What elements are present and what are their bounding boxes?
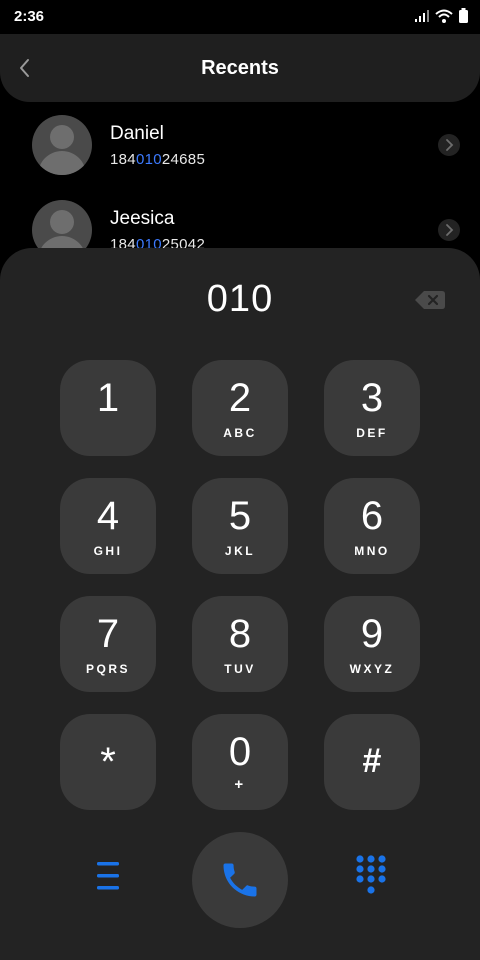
key-digit: 8 xyxy=(228,612,252,656)
key-star[interactable]: * xyxy=(60,714,156,810)
app-header: Recents xyxy=(0,34,480,102)
status-icons xyxy=(415,8,468,23)
key-5[interactable]: 5 JKL xyxy=(192,478,288,574)
contact-item-daniel[interactable]: Daniel 18401024685 xyxy=(0,110,480,195)
battery-icon xyxy=(459,8,468,23)
status-time: 2:36 xyxy=(14,8,45,25)
key-letters: GHI xyxy=(93,544,123,558)
dialpad-panel: 010 1 2 ABC 3 DEF 4 GHI 5 JKL 6 MNO 7 PQ… xyxy=(0,248,480,960)
avatar xyxy=(32,115,92,175)
key-6[interactable]: 6 MNO xyxy=(324,478,420,574)
key-2[interactable]: 2 ABC xyxy=(192,360,288,456)
chevron-right-icon xyxy=(446,139,454,151)
key-letters: + xyxy=(234,776,246,793)
key-digit: 3 xyxy=(360,376,384,420)
key-digit: 4 xyxy=(96,494,120,538)
key-hash[interactable]: # xyxy=(324,714,420,810)
key-digit: 6 xyxy=(360,494,384,538)
key-digit: 1 xyxy=(96,376,120,420)
call-log-button[interactable] xyxy=(94,856,124,896)
wifi-icon xyxy=(435,9,453,23)
contact-name: Daniel xyxy=(110,123,164,144)
key-letters: TUV xyxy=(224,662,256,676)
list-icon xyxy=(97,862,119,890)
key-letters: JKL xyxy=(224,544,256,558)
key-digit: 7 xyxy=(96,612,120,656)
chevron-right-icon xyxy=(446,224,454,236)
phone-icon xyxy=(223,863,257,897)
dialed-number: 010 xyxy=(206,278,274,320)
key-0[interactable]: 0 + xyxy=(192,714,288,810)
key-4[interactable]: 4 GHI xyxy=(60,478,156,574)
signal-icon xyxy=(415,9,429,22)
key-7[interactable]: 7 PQRS xyxy=(60,596,156,692)
dialpad-icon xyxy=(356,855,386,894)
status-bar: 2:36 xyxy=(0,0,480,34)
key-letters: PQRS xyxy=(85,662,130,676)
contact-details-button[interactable] xyxy=(438,134,460,156)
call-button[interactable] xyxy=(192,832,288,928)
key-digit: 9 xyxy=(360,612,384,656)
keypad-toggle-button[interactable] xyxy=(354,854,388,898)
key-digit: * xyxy=(100,740,116,784)
key-9[interactable]: 9 WXYZ xyxy=(324,596,420,692)
key-letters: WXYZ xyxy=(349,662,395,676)
key-digit: 2 xyxy=(228,376,252,420)
key-3[interactable]: 3 DEF xyxy=(324,360,420,456)
key-8[interactable]: 8 TUV xyxy=(192,596,288,692)
key-digit: 0 xyxy=(228,730,252,774)
key-letters: DEF xyxy=(356,426,388,440)
backspace-button[interactable] xyxy=(414,288,446,312)
key-letters: ABC xyxy=(223,426,257,440)
key-digit: # xyxy=(362,742,382,780)
key-digit: 5 xyxy=(228,494,252,538)
contact-name: Jeesica xyxy=(110,208,175,229)
key-1[interactable]: 1 xyxy=(60,360,156,456)
contact-number: 18401024685 xyxy=(110,151,206,168)
dialer-actions xyxy=(0,832,480,928)
page-title: Recents xyxy=(201,57,279,79)
key-letters: MNO xyxy=(354,544,390,558)
contact-details-button[interactable] xyxy=(438,219,460,241)
backspace-icon xyxy=(415,291,445,309)
